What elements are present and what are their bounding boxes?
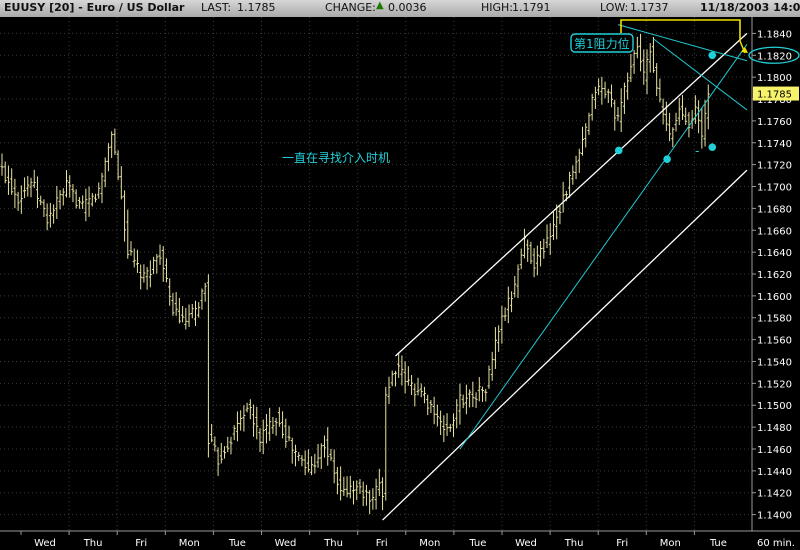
low-value: 1.1737 — [630, 1, 669, 14]
y-tick-label: 1.1400 — [757, 511, 792, 522]
y-tick-label: 1.1640 — [757, 248, 792, 259]
x-tick-label: Mon — [660, 538, 681, 549]
y-tick-label: 1.1580 — [757, 314, 792, 325]
last-label: LAST: — [201, 1, 232, 14]
low-label: LOW: — [600, 1, 629, 14]
y-tick-label: 1.1500 — [757, 401, 792, 412]
y-tick-label: 1.1840 — [757, 29, 792, 40]
y-tick-label: 1.1660 — [757, 226, 792, 237]
y-tick-label: 1.1820 — [757, 51, 792, 62]
pivot-marker — [708, 51, 717, 60]
pivot-marker — [614, 146, 623, 155]
y-tick-label: 1.1560 — [757, 336, 792, 347]
y-tick-label: 1.1800 — [757, 73, 792, 84]
y-tick-label: 1.1740 — [757, 139, 792, 150]
x-tick-label: Thu — [323, 538, 343, 549]
y-tick-label: 1.1620 — [757, 270, 792, 281]
y-tick-label: 1.1460 — [757, 445, 792, 456]
x-tick-label: Tue — [709, 538, 727, 549]
resistance-label: 第1阻力位 — [574, 36, 630, 51]
change-label: CHANGE: — [325, 1, 376, 14]
resistance-callout: 第1阻力位 — [570, 33, 634, 53]
y-tick-label: 1.1600 — [757, 292, 792, 303]
y-tick-label: 1.1760 — [757, 117, 792, 128]
last-value: 1.1785 — [237, 1, 276, 14]
x-tick-label: Wed — [515, 538, 537, 549]
symbol-title: EUUSY [20] - Euro / US Dollar — [4, 1, 185, 14]
triangle-up-icon: ▲ — [376, 0, 384, 11]
high-value: 1.1791 — [512, 1, 551, 14]
chart-window: EUUSY [20] - Euro / US Dollar LAST: 1.17… — [0, 0, 800, 550]
timeframe-label: 60 min. — [757, 538, 795, 549]
y-tick-label: 1.1480 — [757, 423, 792, 434]
pivot-marker — [663, 155, 671, 163]
dash-mark: - — [695, 144, 699, 158]
y-tick-label: 1.1540 — [757, 357, 792, 368]
datetime: 11/18/2003 14:00 — [700, 1, 800, 14]
pivot-marker — [708, 143, 717, 151]
y-tick-label: 1.1720 — [757, 161, 792, 172]
y-tick-label: 1.1420 — [757, 489, 792, 500]
x-tick-label: Thu — [83, 538, 103, 549]
x-tick-label: Mon — [419, 538, 440, 549]
x-tick-label: Wed — [275, 538, 297, 549]
last-price-flag: 1.1785 — [753, 86, 799, 101]
y-tick-label: 1.1680 — [757, 204, 792, 215]
y-axis: 1.18401.18201.18001.17801.17601.17401.17… — [748, 29, 800, 522]
annotation-text: 一直在寻找介入时机 — [282, 151, 390, 165]
quote-header: EUUSY [20] - Euro / US Dollar LAST: 1.17… — [0, 0, 800, 18]
y-tick-label: 1.1440 — [757, 467, 792, 478]
x-tick-label: Tue — [228, 538, 246, 549]
x-tick-label: Fri — [376, 538, 388, 549]
x-tick-label: Fri — [616, 538, 628, 549]
x-tick-label: Mon — [179, 538, 200, 549]
price-chart: 1.18401.18201.18001.17801.17601.17401.17… — [0, 17, 800, 550]
y-tick-label: 1.1520 — [757, 379, 792, 390]
x-tick-label: Fri — [135, 538, 147, 549]
high-label: HIGH: — [481, 1, 514, 14]
y-tick-label: 1.1700 — [757, 183, 792, 194]
change-value: 0.0036 — [388, 1, 427, 14]
x-tick-label: Tue — [468, 538, 486, 549]
x-tick-label: Thu — [564, 538, 584, 549]
x-tick-label: Wed — [34, 538, 56, 549]
last-price-text: 1.1785 — [757, 90, 792, 101]
